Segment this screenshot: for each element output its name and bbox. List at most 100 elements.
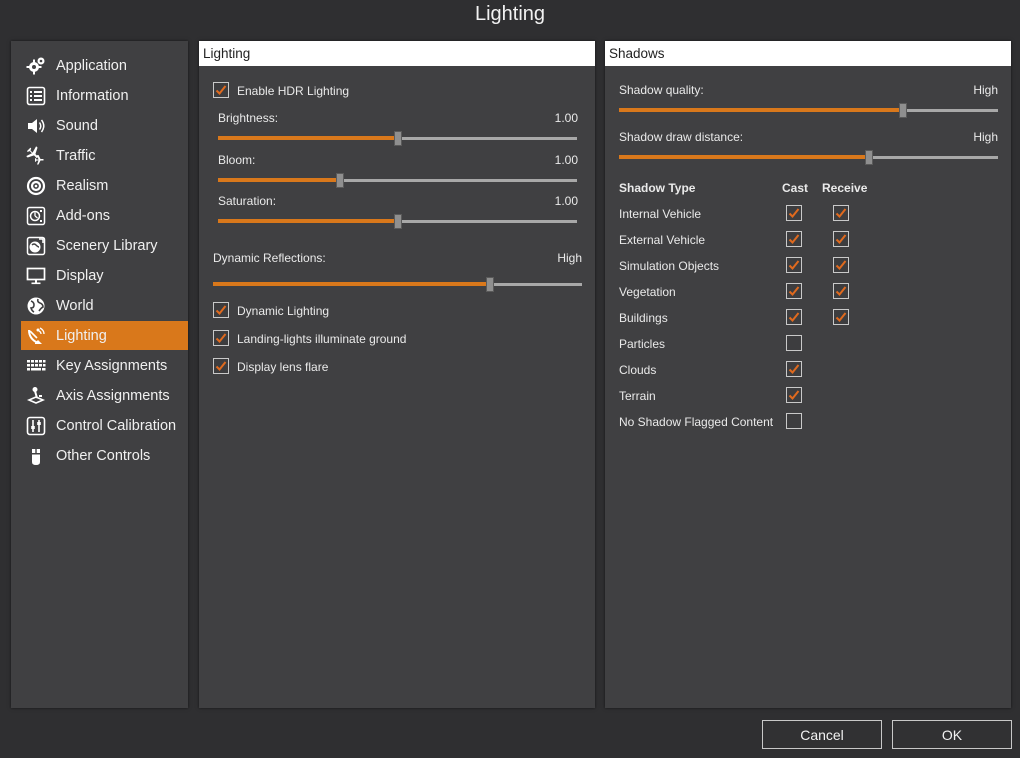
lighting-panel: Lighting Enable HDR Lighting Brightness:…: [199, 41, 595, 708]
shadow-distance-value: High: [973, 130, 998, 144]
sidebar-item-key-assignments[interactable]: Key Assignments: [21, 351, 188, 380]
sidebar-item-label: Key Assignments: [56, 357, 168, 374]
slider-thumb[interactable]: [865, 150, 874, 165]
bloom-slider[interactable]: [218, 173, 577, 188]
cast-header: Cast: [782, 181, 809, 195]
sidebar-item-traffic[interactable]: Traffic: [21, 141, 188, 170]
shadow-row-label-no-shadow-flagged-content: No Shadow Flagged Content: [619, 415, 774, 429]
sidebar-item-other-controls[interactable]: Other Controls: [21, 441, 188, 470]
window-title: Lighting: [474, 3, 546, 25]
slider-thumb[interactable]: [336, 173, 345, 188]
receive-checkbox-external-vehicle[interactable]: [833, 231, 849, 247]
sidebar-item-world[interactable]: World: [21, 291, 188, 320]
brightness-value: 1.00: [554, 111, 578, 125]
check-mark-icon: [835, 234, 847, 244]
cast-checkbox-clouds[interactable]: [786, 361, 802, 377]
shadow-distance-label: Shadow draw distance:: [619, 130, 744, 144]
lighting-panel-header: Lighting: [199, 41, 595, 66]
slider-thumb[interactable]: [899, 103, 908, 118]
slider-fill: [218, 136, 398, 140]
sidebar-item-display[interactable]: Display: [21, 261, 188, 290]
dynamic-reflections-value: High: [557, 251, 582, 265]
enable-hdr-label: Enable HDR Lighting: [237, 84, 350, 98]
shadow-quality-slider[interactable]: [619, 103, 998, 118]
ok-button[interactable]: OK: [892, 720, 1012, 749]
sidebar-item-control-calibration[interactable]: Control Calibration: [21, 411, 188, 440]
check-mark-icon: [788, 364, 800, 374]
saturation-value: 1.00: [554, 194, 578, 208]
brightness-slider[interactable]: [218, 131, 577, 146]
check-mark-icon: [788, 286, 800, 296]
receive-checkbox-buildings[interactable]: [833, 309, 849, 325]
receive-checkbox-simulation-objects[interactable]: [833, 257, 849, 273]
speaker-icon: [25, 115, 47, 137]
landing-lights-checkbox[interactable]: [213, 330, 229, 346]
sidebar-item-lighting[interactable]: Lighting: [21, 321, 188, 350]
receive-header: Receive: [822, 181, 868, 195]
sidebar-item-add-ons[interactable]: Add-ons: [21, 201, 188, 230]
sidebar-item-label: Display: [56, 267, 104, 284]
enable-hdr-checkbox[interactable]: [213, 82, 229, 98]
cast-checkbox-vegetation[interactable]: [786, 283, 802, 299]
landing-lights-label: Landing-lights illuminate ground: [237, 332, 407, 346]
cast-checkbox-no-shadow-flagged-content[interactable]: [786, 413, 802, 429]
receive-checkbox-internal-vehicle[interactable]: [833, 205, 849, 221]
sidebar-item-label: Add-ons: [56, 207, 111, 224]
shadow-row-label-internal-vehicle: Internal Vehicle: [619, 207, 702, 221]
saturation-label: Saturation:: [218, 194, 277, 208]
check-mark-icon: [835, 208, 847, 218]
shadow-row-label-buildings: Buildings: [619, 311, 668, 325]
shadow-quality-label: Shadow quality:: [619, 83, 704, 97]
check-mark-icon: [215, 361, 227, 371]
lens-flare-checkbox[interactable]: [213, 358, 229, 374]
slider-fill: [218, 178, 341, 182]
sidebar-item-realism[interactable]: Realism: [21, 171, 188, 200]
slider-thumb[interactable]: [485, 277, 494, 292]
cast-checkbox-particles[interactable]: [786, 335, 802, 351]
sidebar-item-sound[interactable]: Sound: [21, 111, 188, 140]
sidebar-item-label: Scenery Library: [56, 237, 158, 254]
sidebar-item-label: Realism: [56, 177, 109, 194]
sidebar-item-label: Axis Assignments: [56, 387, 170, 404]
sidebar-item-application[interactable]: Application: [21, 51, 188, 80]
check-mark-icon: [788, 234, 800, 244]
scenery-icon: [25, 235, 47, 257]
brightness-label: Brightness:: [218, 111, 279, 125]
satellite-dish-icon: [25, 325, 47, 347]
check-mark-icon: [788, 260, 800, 270]
shadow-row-label-vegetation: Vegetation: [619, 285, 676, 299]
gears-icon: [25, 55, 47, 77]
shadows-panel-header: Shadows: [605, 41, 1011, 66]
sidebar-item-information[interactable]: Information: [21, 81, 188, 110]
sidebar-item-label: Sound: [56, 117, 98, 134]
shadow-row-label-simulation-objects: Simulation Objects: [619, 259, 720, 273]
check-mark-icon: [788, 390, 800, 400]
slider-fill: [619, 108, 904, 112]
cast-checkbox-external-vehicle[interactable]: [786, 231, 802, 247]
saturation-slider[interactable]: [218, 214, 577, 229]
cast-checkbox-simulation-objects[interactable]: [786, 257, 802, 273]
shadow-row-label-clouds: Clouds: [619, 363, 657, 377]
check-mark-icon: [788, 208, 800, 218]
slider-thumb[interactable]: [393, 214, 402, 229]
slider-thumb[interactable]: [393, 131, 402, 146]
sidebar-item-axis-assignments[interactable]: Axis Assignments: [21, 381, 188, 410]
shadow-quality-value: High: [973, 83, 998, 97]
cast-checkbox-buildings[interactable]: [786, 309, 802, 325]
cast-checkbox-internal-vehicle[interactable]: [786, 205, 802, 221]
target-icon: [25, 175, 47, 197]
addons-icon: [25, 205, 47, 227]
sidebar-item-label: Traffic: [56, 147, 96, 164]
receive-checkbox-vegetation[interactable]: [833, 283, 849, 299]
sidebar-item-scenery-library[interactable]: Scenery Library: [21, 231, 188, 260]
sidebar-item-label: Information: [56, 87, 129, 104]
dynamic-lighting-checkbox[interactable]: [213, 302, 229, 318]
settings-sidebar: Application Information Sound Traffic Realis…: [11, 41, 188, 708]
cancel-button[interactable]: Cancel: [762, 720, 882, 749]
dynamic-reflections-slider[interactable]: [213, 277, 582, 292]
sidebar-item-label: World: [56, 297, 94, 314]
shadow-distance-slider[interactable]: [619, 150, 998, 165]
cast-checkbox-terrain[interactable]: [786, 387, 802, 403]
calibration-icon: [25, 415, 47, 437]
check-mark-icon: [215, 85, 227, 95]
